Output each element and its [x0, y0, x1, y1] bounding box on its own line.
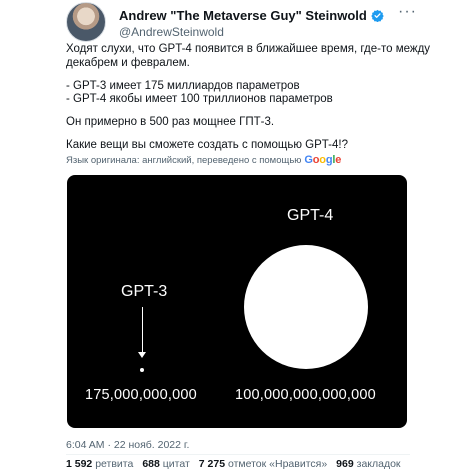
- engagement-stats: 1 592 ретвита 688 цитат 7 275 отметок «Н…: [66, 458, 401, 470]
- gpt3-dot: [140, 368, 144, 372]
- tweet-text-line: Он примерно в 500 раз мощнее ГПТ-3.: [66, 116, 275, 128]
- gpt4-circle: [244, 245, 368, 369]
- likes-label: отметок «Нравится»: [227, 458, 328, 470]
- gpt4-parameter-count: 100,000,000,000,000: [235, 387, 376, 403]
- tweet-header: Andrew "The Metaverse Guy" Steinwold @An…: [66, 2, 416, 44]
- translation-note-text: Язык оригинала: английский, переведено с…: [66, 154, 302, 166]
- retweets-count: 1 592: [66, 458, 93, 470]
- likes-count: 7 275: [198, 458, 226, 470]
- retweets-stat[interactable]: 1 592 ретвита: [66, 458, 133, 470]
- bookmarks-label: закладок: [356, 458, 401, 470]
- author-name-row: Andrew "The Metaverse Guy" Steinwold: [119, 8, 384, 23]
- tweet-text-line: Ходят слухи, что GPT-4 появится в ближай…: [66, 43, 431, 55]
- avatar[interactable]: [66, 2, 106, 42]
- author-handle[interactable]: @AndrewSteinwold: [119, 25, 224, 39]
- likes-stat[interactable]: 7 275 отметок «Нравится»: [199, 458, 327, 470]
- bookmarks-count: 969: [336, 458, 354, 470]
- tweet-text-line: Какие вещи вы сможете создать с помощью …: [66, 139, 348, 151]
- down-arrow-line: [142, 307, 143, 355]
- gpt4-label: GPT-4: [287, 207, 334, 224]
- bookmarks-stat[interactable]: 969 закладок: [336, 458, 400, 470]
- retweets-label: ретвита: [95, 458, 134, 470]
- tweet-image[interactable]: GPT-4 GPT-3 175,000,000,000 100,000,000,…: [67, 175, 407, 428]
- translation-note[interactable]: Язык оригинала: английский, переведено с…: [66, 154, 341, 166]
- down-arrow-icon: [138, 352, 146, 358]
- more-options-icon[interactable]: ···: [398, 4, 417, 20]
- tweet-text-line: - GPT-4 якобы имеет 100 триллионов парам…: [66, 93, 333, 105]
- google-logo: Google: [304, 154, 342, 166]
- verified-badge-icon: [371, 9, 384, 22]
- tweet-text-line: - GPT-3 имеет 175 миллиардов параметров: [66, 80, 300, 92]
- quotes-stat[interactable]: 688 цитат: [142, 458, 189, 470]
- tweet-timestamp[interactable]: 6:04 AM · 22 нояб. 2022 г.: [66, 439, 189, 451]
- author-name[interactable]: Andrew "The Metaverse Guy" Steinwold: [119, 8, 367, 23]
- tweet-text-line: декабрем и февралем.: [66, 57, 190, 69]
- gpt3-parameter-count: 175,000,000,000: [85, 387, 197, 403]
- quotes-label: цитат: [162, 458, 190, 470]
- divider: [66, 454, 410, 455]
- quotes-count: 688: [142, 458, 160, 470]
- gpt3-label: GPT-3: [121, 283, 168, 300]
- tweet: Andrew "The Metaverse Guy" Steinwold @An…: [0, 0, 474, 474]
